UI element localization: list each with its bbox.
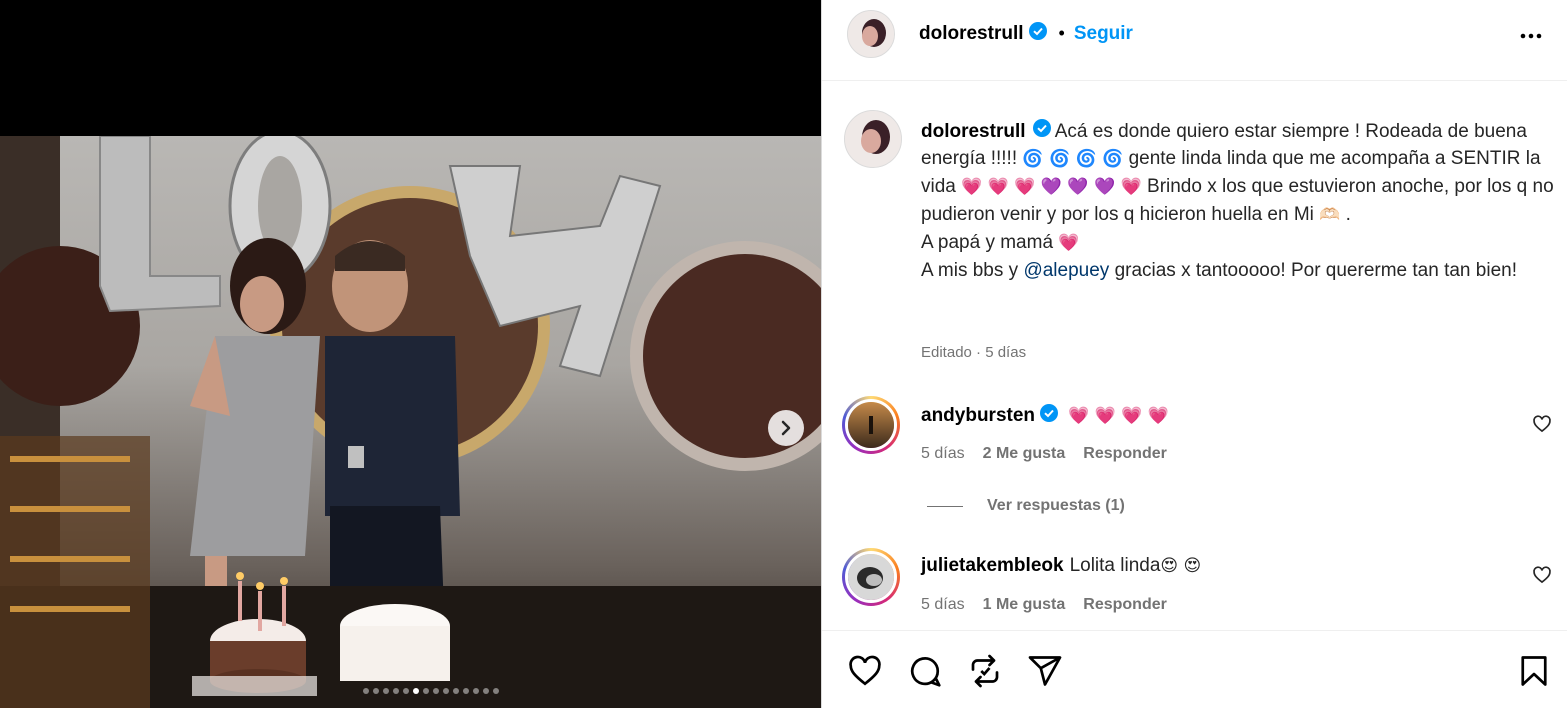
carousel-dot <box>492 688 499 694</box>
caption-text: . <box>1345 204 1351 226</box>
pink-heart-emoji: 💗 <box>1058 233 1080 254</box>
carousel-dot <box>362 688 369 694</box>
caption-text: gente linda linda que me acompaña <box>1128 148 1430 170</box>
comment-likes[interactable]: 2 Me gusta <box>983 445 1066 463</box>
carousel-dot <box>462 688 469 694</box>
verified-badge-icon <box>1028 22 1047 45</box>
carousel-dot <box>392 688 399 694</box>
comment-time: 5 días <box>921 596 965 613</box>
replies-divider <box>927 505 963 507</box>
caption-avatar[interactable] <box>844 110 902 168</box>
post-caption: dolorestrull Acá es donde quiero estar s… <box>921 118 1561 284</box>
heart-icon[interactable] <box>847 653 883 689</box>
carousel-dot <box>412 688 419 694</box>
comment-avatar[interactable] <box>842 548 900 606</box>
carousel-dot <box>432 688 439 694</box>
verified-badge-icon <box>1032 118 1051 145</box>
author-avatar[interactable] <box>847 10 895 58</box>
view-replies-label: Ver respuestas (1) <box>987 497 1125 514</box>
comment-icon[interactable] <box>907 653 943 689</box>
post-media <box>0 0 821 708</box>
share-icon[interactable] <box>1027 653 1063 689</box>
bookmark-icon[interactable] <box>1516 653 1552 689</box>
comment-body: andybursten 💗 💗 💗 💗 <box>921 404 1169 428</box>
caption-text: Acá es donde quiero estar siempre ! Rode… <box>1054 121 1469 142</box>
next-media-button[interactable] <box>768 410 804 446</box>
separator-dot: • <box>1058 23 1065 43</box>
comment-like-icon[interactable] <box>1532 414 1552 434</box>
caption-text: A papá y mamá <box>921 232 1054 254</box>
post-action-bar <box>822 630 1567 708</box>
more-options-icon[interactable] <box>1517 24 1545 48</box>
comment-time: 5 días <box>921 445 965 462</box>
comment-emoji: 😍 😍 <box>1160 556 1202 576</box>
author-username[interactable]: dolorestrull <box>919 23 1024 45</box>
chevron-right-icon <box>781 420 791 436</box>
comment-avatar[interactable] <box>842 396 900 454</box>
edited-timestamp: Editado · 5 días <box>921 344 1027 361</box>
post-header: dolorestrull • Seguir <box>822 0 1567 81</box>
carousel-indicator <box>0 688 821 694</box>
comment-likes[interactable]: 1 Me gusta <box>983 596 1066 614</box>
comment-body: julietakembleok Lolita linda 😍 😍 <box>921 555 1201 577</box>
carousel-dot <box>422 688 429 694</box>
reply-button[interactable]: Responder <box>1083 445 1167 463</box>
follow-button[interactable]: Seguir <box>1074 23 1133 45</box>
reply-button[interactable]: Responder <box>1083 596 1167 614</box>
comment-meta: 5 días 1 Me gusta Responder <box>921 596 1167 614</box>
view-replies-button[interactable]: Ver respuestas (1) <box>927 497 1125 515</box>
comment-meta: 5 días 2 Me gusta Responder <box>921 445 1167 463</box>
caption-text: Mi <box>1293 204 1314 226</box>
verified-badge-icon <box>1040 404 1059 428</box>
mention-link[interactable]: @alepuey <box>1023 260 1109 281</box>
swirl-emojis: 🌀 🌀 🌀 🌀 <box>1022 149 1124 170</box>
caption-text: Brindo x los que estuvieron <box>1147 176 1377 198</box>
caption-text: gracias x tantooooo! Por quererme tan ta… <box>1114 260 1471 282</box>
comment-text: Lolita linda <box>1069 555 1161 576</box>
heart-hands-emoji: 🫶🏻 <box>1319 205 1341 226</box>
caption-text: A mis bbs y <box>921 260 1019 282</box>
comment-username[interactable]: julietakembleok <box>921 555 1064 577</box>
carousel-dot <box>442 688 449 694</box>
caption-text: bien! <box>1475 260 1517 282</box>
post-photo <box>0 136 821 708</box>
carousel-dot <box>402 688 409 694</box>
carousel-dot <box>372 688 379 694</box>
caption-username[interactable]: dolorestrull <box>921 121 1026 142</box>
carousel-dot <box>452 688 459 694</box>
repost-icon[interactable] <box>967 653 1003 689</box>
comment-username[interactable]: andybursten <box>921 405 1035 427</box>
carousel-dot <box>482 688 489 694</box>
comment-text: 💗 💗 💗 💗 <box>1068 406 1169 426</box>
heart-emojis: 💗 💗 💗 💜 💜 💜 💗 <box>961 177 1142 198</box>
carousel-dot <box>382 688 389 694</box>
comment-like-icon[interactable] <box>1532 565 1552 585</box>
carousel-dot <box>472 688 479 694</box>
post-sidebar: dolorestrull • Seguir dolorestrull Acá e… <box>821 0 1567 708</box>
